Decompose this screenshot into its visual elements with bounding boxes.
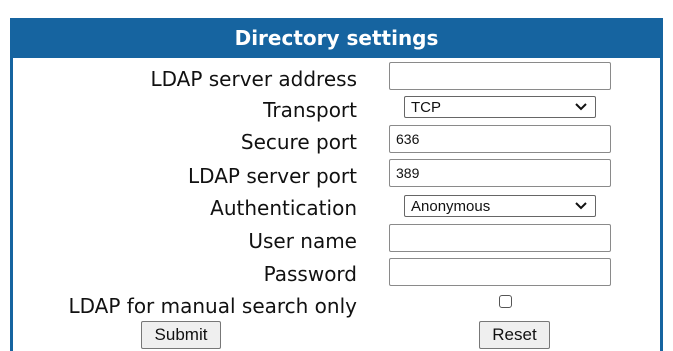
- password-input[interactable]: [389, 258, 611, 286]
- manual-search-only-label: LDAP for manual search only: [68, 294, 357, 318]
- chevron-down-icon: [575, 202, 587, 210]
- transport-label: Transport: [263, 98, 357, 122]
- secure-port-label: Secure port: [240, 130, 357, 154]
- secure-port-input[interactable]: [389, 125, 611, 153]
- password-label: Password: [263, 262, 357, 286]
- authentication-select[interactable]: Anonymous: [404, 195, 596, 217]
- submit-button[interactable]: Submit: [141, 321, 221, 349]
- ldap-server-port-label: LDAP server port: [188, 164, 357, 188]
- ldap-server-address-label: LDAP server address: [150, 67, 357, 91]
- ldap-server-address-input[interactable]: [389, 62, 611, 90]
- authentication-selected-value: Anonymous: [411, 197, 491, 215]
- reset-button[interactable]: Reset: [479, 321, 550, 349]
- panel-header: Directory settings: [13, 18, 660, 58]
- ldap-server-port-input[interactable]: [389, 159, 611, 187]
- chevron-down-icon: [575, 103, 587, 111]
- transport-select[interactable]: TCP: [404, 96, 596, 118]
- user-name-input[interactable]: [389, 224, 611, 252]
- transport-selected-value: TCP: [411, 98, 441, 116]
- authentication-label: Authentication: [210, 196, 357, 220]
- user-name-label: User name: [248, 229, 357, 253]
- panel-title: Directory settings: [234, 26, 439, 50]
- manual-search-only-checkbox[interactable]: [499, 295, 512, 308]
